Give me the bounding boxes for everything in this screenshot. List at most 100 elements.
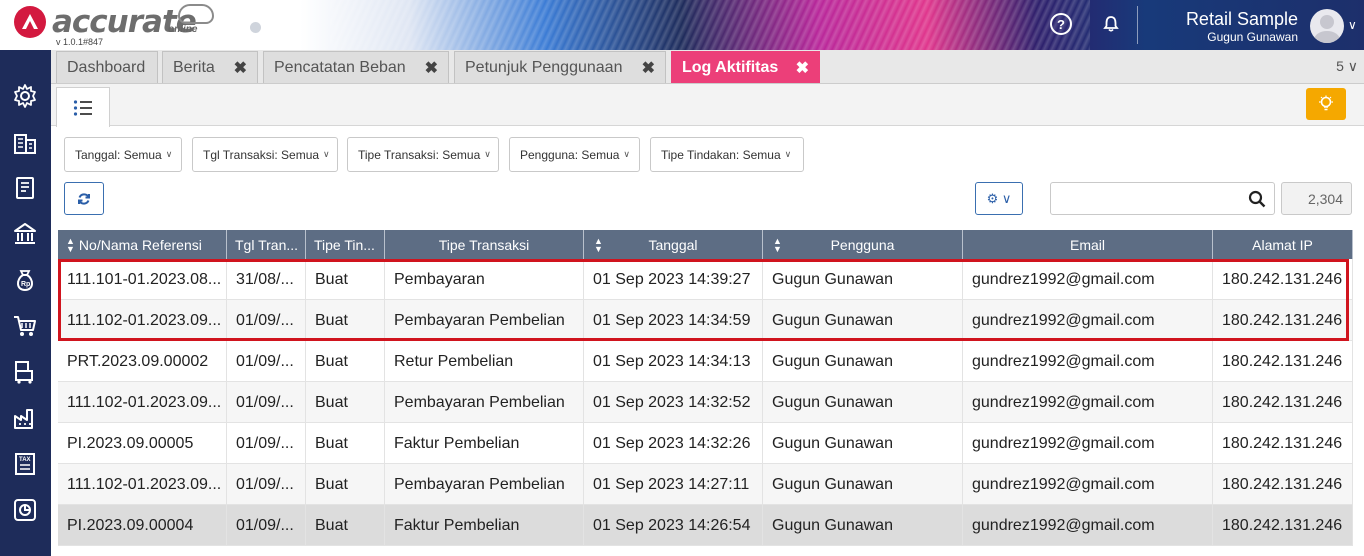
avatar[interactable] bbox=[1310, 9, 1344, 43]
cell-ref: PI.2023.09.00005 bbox=[58, 423, 227, 464]
tab-dashboard[interactable]: Dashboard bbox=[56, 51, 158, 83]
column-header-email[interactable]: Email bbox=[963, 230, 1213, 259]
record-count: 2,304 bbox=[1281, 182, 1352, 215]
search-field[interactable] bbox=[1050, 182, 1275, 215]
company-icon[interactable] bbox=[11, 129, 39, 157]
cell-tipe-transaksi: Faktur Pembelian bbox=[385, 423, 584, 464]
tab-berita[interactable]: Berita ✖ bbox=[162, 51, 258, 83]
cell-tgl-transaksi: 01/09/... bbox=[227, 505, 306, 546]
cell-tipe-tindakan: Buat bbox=[306, 382, 385, 423]
bell-icon[interactable] bbox=[1100, 13, 1122, 35]
tab-overflow-menu[interactable]: 5 ∨ bbox=[1336, 58, 1358, 75]
tab-label: Petunjuk Penggunaan bbox=[465, 58, 623, 76]
tax-icon[interactable]: TAX bbox=[11, 450, 39, 478]
help-icon[interactable]: ? bbox=[1050, 13, 1072, 35]
chevron-down-icon: ∨ bbox=[623, 149, 631, 159]
table-row[interactable]: 111.102-01.2023.09... 01/09/... Buat Pembay… bbox=[58, 300, 1353, 341]
cell-alamat-ip: 180.242.131.246 bbox=[1213, 300, 1353, 341]
cart-icon[interactable] bbox=[11, 312, 39, 340]
inventory-icon[interactable] bbox=[11, 358, 39, 386]
header-decoration bbox=[330, 0, 1090, 50]
filter-label: Pengguna: Semua bbox=[520, 147, 620, 162]
header-divider bbox=[1137, 6, 1138, 44]
filter-pengguna[interactable]: Pengguna: Semua ∨ bbox=[509, 137, 640, 172]
report-icon[interactable] bbox=[11, 496, 39, 524]
tab-petunjuk-penggunaan[interactable]: Petunjuk Penggunaan ✖ bbox=[454, 51, 666, 83]
cash-bag-icon[interactable]: Rp bbox=[11, 266, 39, 294]
user-name: Gugun Gunawan bbox=[1207, 30, 1298, 44]
close-icon[interactable]: ✖ bbox=[642, 58, 655, 78]
sort-icon: ▲ ▼ bbox=[773, 236, 782, 254]
cell-ref: 111.102-01.2023.09... bbox=[58, 382, 227, 423]
table-row[interactable]: PRT.2023.09.00002 01/09/... Buat Retur Pemb… bbox=[58, 341, 1353, 382]
cell-pengguna: Gugun Gunawan bbox=[763, 464, 963, 505]
chevron-down-icon: ∨ bbox=[1347, 58, 1358, 74]
filter-tanggal[interactable]: Tanggal: Semua ∨ bbox=[64, 137, 182, 172]
cell-alamat-ip: 180.242.131.246 bbox=[1213, 259, 1353, 300]
cell-ref: PI.2023.09.00004 bbox=[58, 505, 227, 546]
filter-label: Tipe Transaksi: Semua bbox=[358, 147, 481, 162]
view-tab-row bbox=[51, 84, 1364, 127]
column-label: Tipe Transaksi bbox=[438, 236, 530, 253]
column-header-alamat-ip[interactable]: Alamat IP bbox=[1213, 230, 1353, 259]
log-panel: Tanggal: Semua ∨ Tgl Transaksi: Semua ∨ Ti… bbox=[51, 84, 1364, 556]
column-label: Pengguna bbox=[830, 236, 895, 253]
cell-pengguna: Gugun Gunawan bbox=[763, 382, 963, 423]
settings-icon[interactable] bbox=[11, 82, 39, 110]
tab-pencatatan-beban[interactable]: Pencatatan Beban ✖ bbox=[263, 51, 449, 83]
close-icon[interactable]: ✖ bbox=[425, 58, 438, 78]
refresh-button[interactable] bbox=[64, 182, 104, 215]
factory-icon[interactable] bbox=[11, 404, 39, 432]
close-icon[interactable]: ✖ bbox=[796, 58, 809, 78]
table-row[interactable]: 111.102-01.2023.09... 01/09/... Buat Pembay… bbox=[58, 382, 1353, 423]
chevron-down-icon: ∨ bbox=[484, 149, 491, 159]
tab-log-aktifitas[interactable]: Log Aktifitas ✖ bbox=[671, 51, 820, 83]
bulb-icon[interactable] bbox=[1306, 88, 1346, 120]
bank-icon[interactable] bbox=[11, 220, 39, 248]
column-header-tanggal[interactable]: ▲ ▼ Tanggal bbox=[584, 230, 763, 259]
table-row[interactable]: PI.2023.09.00004 01/09/... Buat Faktur Pemb… bbox=[58, 505, 1353, 546]
chevron-down-icon[interactable]: ∨ bbox=[1348, 18, 1357, 32]
close-icon[interactable]: ✖ bbox=[234, 58, 247, 78]
search-icon[interactable] bbox=[1248, 190, 1266, 208]
filter-tipe-tindakan[interactable]: Tipe Tindakan: Semua ∨ bbox=[650, 137, 804, 172]
cell-tgl-transaksi: 01/09/... bbox=[227, 423, 306, 464]
column-header-pengguna[interactable]: ▲ ▼ Pengguna bbox=[763, 230, 963, 259]
cell-email: gundrez1992@gmail.com bbox=[963, 341, 1213, 382]
cell-tanggal: 01 Sep 2023 14:32:52 bbox=[584, 382, 763, 423]
cell-tanggal: 01 Sep 2023 14:34:59 bbox=[584, 300, 763, 341]
table-row[interactable]: 111.102-01.2023.09... 01/09/... Buat Pembay… bbox=[58, 464, 1353, 505]
refresh-icon bbox=[78, 192, 90, 205]
company-name: Retail Sample bbox=[1185, 9, 1298, 29]
column-settings-button[interactable]: ⚙ ∨ bbox=[975, 182, 1023, 215]
cell-alamat-ip: 180.242.131.246 bbox=[1213, 382, 1353, 423]
filter-tipe-transaksi[interactable]: Tipe Transaksi: Semua ∨ bbox=[347, 137, 499, 172]
column-header-ref[interactable]: ▲ ▼ No/Nama Referensi bbox=[58, 230, 227, 259]
table-row[interactable]: 111.101-01.2023.08... 31/08/... Buat Pembay… bbox=[58, 259, 1353, 300]
table-row[interactable]: PI.2023.09.00005 01/09/... Buat Faktur Pemb… bbox=[58, 423, 1353, 464]
cell-tipe-transaksi: Faktur Pembelian bbox=[385, 505, 584, 546]
list-icon bbox=[73, 99, 92, 116]
cell-pengguna: Gugun Gunawan bbox=[763, 259, 963, 300]
column-header-tipe-transaksi[interactable]: Tipe Transaksi bbox=[385, 230, 584, 259]
cell-email: gundrez1992@gmail.com bbox=[963, 423, 1213, 464]
chevron-down-icon: ∨ bbox=[165, 149, 173, 159]
cell-email: gundrez1992@gmail.com bbox=[963, 382, 1213, 423]
company-switcher[interactable]: Retail Sample Gugun Gunawan bbox=[1186, 8, 1298, 44]
cell-tipe-tindakan: Buat bbox=[306, 464, 385, 505]
tab-label: Berita bbox=[173, 58, 215, 76]
filter-tgl-transaksi[interactable]: Tgl Transaksi: Semua ∨ bbox=[192, 137, 338, 172]
column-header-tipe-tindakan[interactable]: Tipe Tin... bbox=[306, 230, 385, 259]
cell-pengguna: Gugun Gunawan bbox=[763, 505, 963, 546]
ledger-icon[interactable] bbox=[11, 174, 39, 202]
cell-pengguna: Gugun Gunawan bbox=[763, 423, 963, 464]
search-input[interactable] bbox=[1051, 183, 1241, 214]
tab-strip: Dashboard Berita ✖ Pencatatan Beban ✖ Pe… bbox=[51, 50, 1364, 84]
cell-pengguna: Gugun Gunawan bbox=[763, 300, 963, 341]
cloud-icon bbox=[178, 4, 214, 24]
app-version: v 1.0.1#847 bbox=[56, 37, 104, 47]
column-header-tgl-transaksi[interactable]: Tgl Tran... bbox=[227, 230, 306, 259]
column-label: No/Nama Referensi bbox=[78, 236, 202, 253]
list-view-tab[interactable] bbox=[56, 87, 110, 127]
sidebar: Rp TAX bbox=[0, 50, 51, 556]
